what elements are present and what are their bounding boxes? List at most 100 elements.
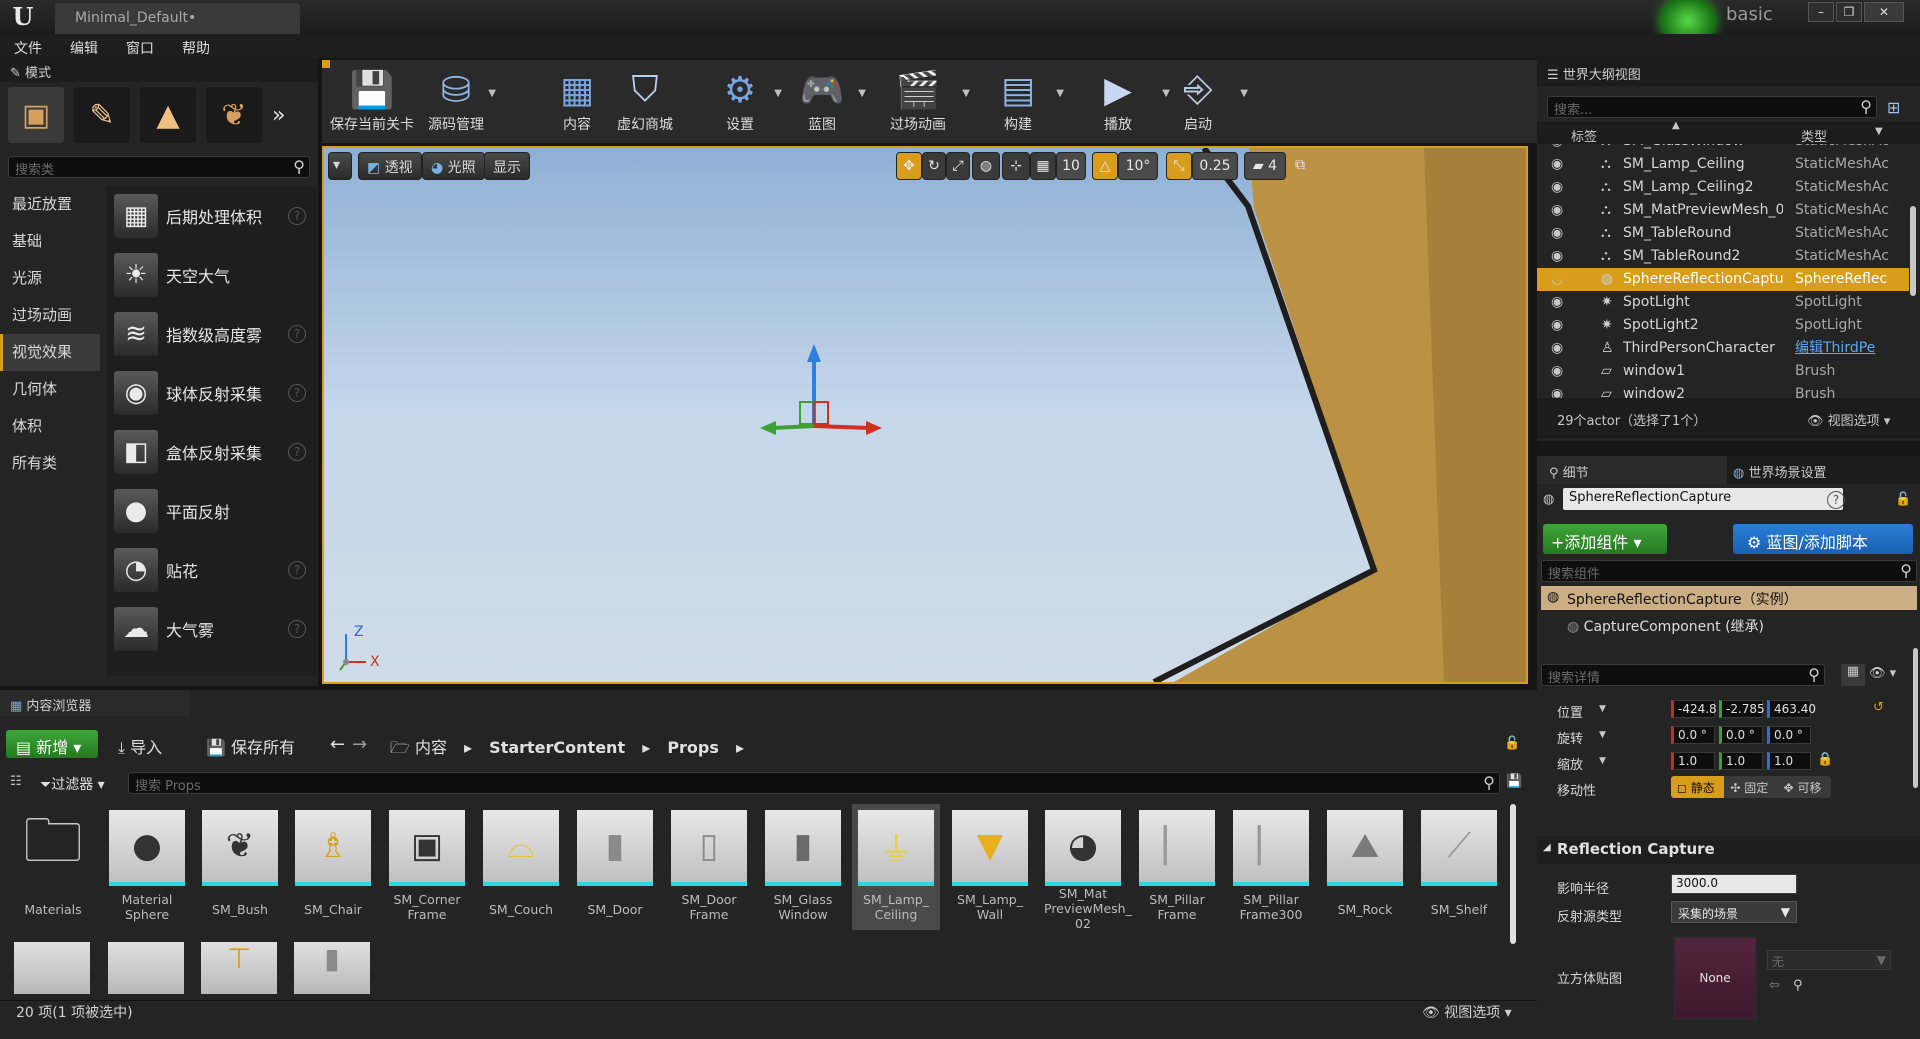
outliner-row[interactable]: ◉ ▱ window1 Brush [1537,360,1909,383]
mobility-stationary[interactable]: ✣ 固定 [1724,776,1778,798]
place-item-sky-atmosphere[interactable]: ☀ 天空大气 [106,245,316,304]
mobility-static[interactable]: ◻ 静态 [1671,776,1725,798]
asset-tile[interactable]: ♗ SM_Chair [294,810,372,917]
outliner-tab[interactable]: ☰ 世界大纲视图 [1537,58,1920,86]
scale-tool-icon[interactable]: ⤢ [946,152,970,180]
outliner-row[interactable]: ◉ ♙ ThirdPersonCharacter 编辑ThirdPe [1537,337,1909,360]
scale-z[interactable]: 1.0 [1767,752,1811,770]
scale-x[interactable]: 1.0 [1671,752,1715,770]
asset-tile[interactable]: 🗀 Materials [14,806,92,917]
import-button[interactable]: ⤓ 导入 [118,734,162,758]
outliner-row[interactable]: ◉ ▱ window2 Brush [1537,383,1909,398]
chevron-down-icon[interactable]: ▼ [1240,88,1248,99]
viewport-options-button[interactable]: ▾ [328,152,352,180]
asset-search-input[interactable]: 搜索 Props ⚲ [128,772,1500,794]
category-recent[interactable]: 最近放置 [0,186,100,223]
asset-tile[interactable]: ⟋ SM_Shelf [1420,810,1498,917]
path-starter-content[interactable]: StarterContent [489,738,625,757]
chevron-down-icon[interactable]: ▼ [774,88,782,99]
class-search-input[interactable]: 搜索类 ⚲ [8,156,310,178]
camera-speed-button[interactable]: ▰ 4 [1244,152,1286,180]
location-y[interactable]: -2.785 [1719,700,1765,718]
mobility-movable[interactable]: ✥ 可移 [1777,776,1831,798]
perspective-button[interactable]: ◩ 透视 [358,152,422,180]
world-settings-tab[interactable]: ◍ 世界场景设置 [1733,462,1827,481]
category-geometry[interactable]: 几何体 [0,371,100,408]
outliner-row[interactable]: ◉ ⛬ SM_TableRound StaticMeshAc [1537,222,1909,245]
save-level-button[interactable]: 💾 保存当前关卡 [326,60,418,143]
place-item-post-process[interactable]: ▦ 后期处理体积? [106,186,316,245]
category-basic[interactable]: 基础 [0,223,100,260]
foliage-mode-icon[interactable]: ❦ [206,87,262,143]
chevron-down-icon[interactable]: ▼ [962,88,970,99]
landscape-mode-icon[interactable]: ▲ [140,87,196,143]
path-props[interactable]: Props [667,738,719,757]
save-search-icon[interactable]: 💾 [1506,774,1522,789]
place-item-atmospheric-fog[interactable]: ☁ 大气雾? [106,599,316,658]
rotation-z[interactable]: 0.0 ° [1767,726,1811,744]
outliner-row[interactable]: ◉ ✷ SpotLight SpotLight [1537,291,1909,314]
outliner-row[interactable]: ◉ ✷ SpotLight2 SpotLight [1537,314,1909,337]
location-z[interactable]: 463.40 [1767,700,1816,718]
outliner-row[interactable]: ◉ ⛬ SM_Lamp_Ceiling2 StaticMeshAc [1537,176,1909,199]
history-back-icon[interactable]: ← [330,734,345,755]
outliner-row-selected[interactable]: ◡ ◍ SphereReflectionCapture SphereReflec [1537,268,1909,291]
history-forward-icon[interactable]: → [352,734,367,755]
rotation-x[interactable]: 0.0 ° [1671,726,1715,744]
chevron-down-icon[interactable]: ▼ [1599,756,1606,766]
surface-snap-icon[interactable]: ⊹ [1002,152,1030,180]
help-icon[interactable]: ? [288,324,306,343]
eye-icon[interactable]: 👁 ▾ [1869,666,1896,681]
launch-button[interactable]: ⎆ 启动 ▼ [1168,60,1248,143]
transform-gizmo[interactable] [760,344,890,444]
scale-snap-value[interactable]: 0.25 [1192,152,1238,180]
browse-icon[interactable]: ⚲ [1793,978,1803,993]
category-visual-effects[interactable]: 视觉效果 [0,334,100,371]
asset-tile[interactable]: ▣ SM_Corner Frame [388,810,466,922]
add-folder-icon[interactable]: ⊞ [1887,98,1900,117]
reset-icon[interactable]: ↺ [1873,700,1884,715]
actor-name-field[interactable]: SphereReflectionCapture [1563,488,1843,510]
source-control-button[interactable]: ⛁ 源码管理 ▼ [420,60,496,143]
lock-scale-icon[interactable]: 🔒 [1817,752,1833,767]
category-cinematic[interactable]: 过场动画 [0,297,100,334]
filters-button[interactable]: ⏷过滤器 ▾ [40,774,105,794]
chevron-down-icon[interactable]: ▼ [1599,704,1606,714]
grid-snap-icon[interactable]: ▦ [1030,152,1056,180]
asset-tile[interactable]: ⛰ SM_Rock [1326,810,1404,917]
outliner-row[interactable]: ◉ ⛬ SM_Lamp_Ceiling StaticMeshAc [1537,153,1909,176]
grid-snap-value[interactable]: 10 [1056,152,1086,180]
content-browser-tab[interactable]: ▦ 内容浏览器 [0,690,190,716]
details-scrollbar[interactable] [1913,648,1918,788]
help-icon[interactable]: ? [288,442,306,461]
location-x[interactable]: -424.8 [1671,700,1717,718]
help-icon[interactable]: ? [288,206,306,225]
asset-tile[interactable]: ▮ SM_Glass Window [764,810,842,922]
asset-thumb-partial[interactable] [14,942,90,994]
property-matrix-icon[interactable]: ▦ [1841,664,1865,686]
content-button[interactable]: ▦ 内容 [544,60,610,143]
table-icon[interactable]: ⊤ [201,942,277,994]
rotation-y[interactable]: 0.0 ° [1719,726,1763,744]
reflection-capture-section[interactable]: ◢ Reflection Capture [1537,836,1920,864]
capture-component-row[interactable]: ◍ CaptureComponent (继承) [1567,616,1764,636]
col-type-header[interactable]: 类型 [1801,126,1827,145]
content-view-options[interactable]: 👁 视图选项 ▾ [1422,1002,1512,1022]
help-icon[interactable]: ? [288,383,306,402]
outliner-row[interactable]: ◉ ⛬ SM_TableRound2 StaticMeshAc [1537,245,1909,268]
minimize-button[interactable]: – [1808,2,1834,22]
sources-panel-icon[interactable]: ☷ [10,774,22,789]
asset-tile[interactable]: ❦ SM_Bush [201,810,279,917]
more-modes-icon[interactable]: » [272,103,296,128]
source-type-select[interactable]: 采集的场景 ▼ [1671,901,1797,923]
menu-edit[interactable]: 编辑 [56,34,112,58]
search-components-input[interactable]: 搜索组件 ⚲ [1541,560,1917,582]
modes-tab[interactable]: ✎ 模式 [0,58,318,82]
influence-radius-input[interactable]: 3000.0 [1671,874,1797,894]
asset-tile[interactable]: ● Material Sphere [108,810,186,922]
level-viewport[interactable]: ▾ ◩ 透视 ◕ 光照 显示 ✥ ↻ ⤢ ◍ ⊹ ▦ 10 △ 10° ⤡ 0.… [322,146,1528,684]
marketplace-button[interactable]: ⛉ 虚幻商城 [612,60,678,143]
settings-button[interactable]: ⚙ 设置 ▼ [712,60,782,143]
asset-tile[interactable]: ▼ SM_Lamp_ Wall [951,810,1029,922]
world-space-icon[interactable]: ◍ [972,152,1000,180]
